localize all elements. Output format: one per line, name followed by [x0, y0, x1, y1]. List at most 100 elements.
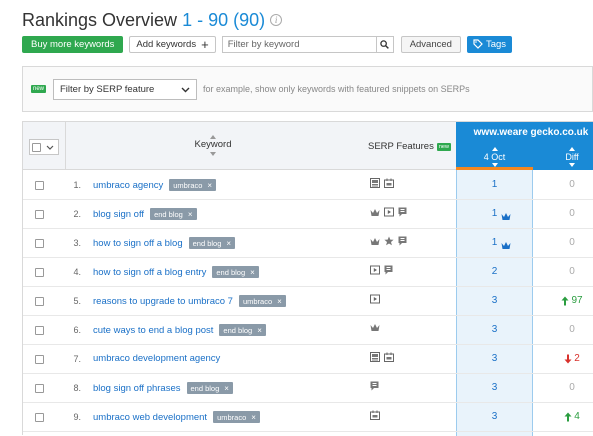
row-checkbox[interactable]: [35, 181, 44, 190]
row-checkbox[interactable]: [35, 297, 44, 306]
position-value[interactable]: 1: [456, 179, 533, 190]
keyword-link[interactable]: umbraco development agency: [93, 353, 220, 364]
keyword-tag[interactable]: end blog ×: [212, 266, 259, 278]
diff-cell: 0: [533, 324, 593, 335]
buy-more-keywords-button[interactable]: Buy more keywords: [22, 35, 124, 53]
remove-tag-icon[interactable]: ×: [226, 239, 231, 248]
keyword-tag[interactable]: end blog ×: [150, 208, 197, 220]
row-checkbox[interactable]: [35, 210, 44, 219]
keyword-cell: how to sign off a blog entry end blog ×: [93, 266, 259, 278]
remove-tag-icon[interactable]: ×: [250, 268, 255, 277]
serp-features-cell: [370, 323, 384, 332]
keyword-link[interactable]: blog sign off phrases: [93, 383, 181, 394]
row-checkbox[interactable]: [35, 355, 44, 364]
date-column-header[interactable]: 4 Oct: [456, 147, 533, 167]
rankings-table: Keyword SERP Features new www.weare geck…: [22, 121, 593, 436]
domain-header: www.weare gecko.co.uk 4 Oct Diff: [456, 122, 593, 170]
keyword-cell: blog sign off end blog ×: [93, 208, 197, 220]
keyword-filter-input[interactable]: [221, 35, 377, 53]
video-icon: [370, 294, 380, 304]
diff-cell: 2: [533, 353, 593, 364]
keyword-column-header[interactable]: Keyword: [183, 135, 243, 156]
keyword-cell: cute ways to end a blog post end blog ×: [93, 324, 266, 336]
add-keywords-button[interactable]: Add keywords +: [129, 35, 216, 53]
serp-features-cell: [370, 236, 411, 246]
keyword-cell: umbraco agency umbraco ×: [93, 179, 217, 191]
serp-features-cell: [370, 265, 397, 275]
diff-column-header[interactable]: Diff: [533, 147, 593, 167]
keyword-link[interactable]: cute ways to end a blog post: [93, 325, 213, 336]
position-value[interactable]: 3: [456, 295, 533, 306]
remove-tag-icon[interactable]: ×: [277, 297, 282, 306]
star-icon: [384, 236, 394, 246]
keyword-tag[interactable]: end blog ×: [186, 382, 233, 394]
row-checkbox[interactable]: [35, 239, 44, 248]
keyword-tag-label: end blog: [223, 325, 253, 335]
keyword-tag[interactable]: end blog ×: [219, 324, 266, 336]
row-number: 4.: [73, 267, 81, 277]
row-checkbox[interactable]: [35, 413, 44, 422]
arrow-up-icon: [564, 412, 572, 421]
diff-cell: 0: [533, 266, 593, 277]
search-icon: [380, 39, 390, 49]
table-row: 3. how to sign off a blog end blog × 1 0: [23, 229, 593, 258]
remove-tag-icon[interactable]: ×: [224, 384, 229, 393]
snippet-icon: [370, 381, 379, 391]
domain-name[interactable]: www.weare gecko.co.uk: [456, 127, 593, 138]
crown-icon: [370, 237, 380, 245]
diff-value: 2: [574, 353, 580, 364]
position-value[interactable]: 1: [456, 208, 533, 219]
crown-icon: [501, 213, 511, 220]
table-row: 7. umbraco development agency 3 2: [23, 345, 593, 374]
position-value[interactable]: 1: [456, 237, 533, 248]
diff-cell: 0: [533, 179, 593, 190]
position-value[interactable]: 3: [456, 324, 533, 335]
position-value[interactable]: 3: [456, 382, 533, 393]
serp-features-header-label: SERP Features: [368, 141, 434, 152]
diff-value: 0: [569, 237, 575, 248]
remove-tag-icon[interactable]: ×: [251, 413, 256, 422]
arrow-up-icon: [561, 296, 569, 305]
keyword-link[interactable]: umbraco web development: [93, 412, 207, 423]
remove-tag-icon[interactable]: ×: [257, 326, 262, 335]
keyword-link[interactable]: reasons to upgrade to umbraco 7: [93, 296, 233, 307]
serp-feature-select[interactable]: Filter by SERP feature: [53, 79, 197, 100]
keyword-link[interactable]: umbraco agency: [93, 180, 163, 191]
serp-filter-panel: new Filter by SERP feature for example, …: [22, 66, 593, 112]
serp-features-cell: [370, 410, 384, 420]
select-all-checkbox[interactable]: [32, 142, 41, 152]
snippet-icon: [398, 236, 407, 246]
tags-button[interactable]: Tags: [466, 35, 513, 53]
keyword-header-label: Keyword: [194, 139, 232, 150]
remove-tag-icon[interactable]: ×: [207, 181, 212, 190]
keyword-link[interactable]: blog sign off: [93, 209, 144, 220]
search-button[interactable]: [376, 35, 394, 53]
serp-features-column-header[interactable]: SERP Features new: [368, 141, 451, 152]
advanced-button[interactable]: Advanced: [400, 35, 461, 53]
row-checkbox[interactable]: [35, 326, 44, 335]
diff-cell: 0: [533, 237, 593, 248]
keyword-tag[interactable]: umbraco ×: [169, 179, 217, 191]
keyword-link[interactable]: how to sign off a blog: [93, 238, 183, 249]
keyword-filter: [221, 35, 394, 53]
table-row: 8. blog sign off phrases end blog × 3 0: [23, 374, 593, 403]
sort-up-icon: [569, 147, 575, 151]
info-icon[interactable]: i: [270, 14, 283, 26]
keyword-link[interactable]: how to sign off a blog entry: [93, 267, 206, 278]
position-value[interactable]: 2: [456, 266, 533, 277]
row-checkbox[interactable]: [35, 268, 44, 277]
keyword-tag[interactable]: umbraco ×: [238, 295, 286, 307]
keyword-tag[interactable]: umbraco ×: [213, 411, 260, 423]
position-value[interactable]: 3: [456, 353, 533, 364]
keyword-tag[interactable]: end blog ×: [188, 237, 236, 249]
row-checkbox[interactable]: [35, 384, 44, 393]
remove-tag-icon[interactable]: ×: [188, 210, 193, 219]
chevron-down-icon: [181, 87, 190, 93]
keyword-cell: blog sign off phrases end blog ×: [93, 382, 233, 394]
row-number: 5.: [73, 296, 81, 306]
add-keywords-label: Add keywords: [136, 38, 197, 50]
serp-features-cell: [370, 178, 398, 188]
keyword-cell: umbraco web development umbraco ×: [93, 411, 260, 423]
position-value[interactable]: 3: [456, 411, 533, 422]
select-all-dropdown[interactable]: [29, 139, 59, 155]
